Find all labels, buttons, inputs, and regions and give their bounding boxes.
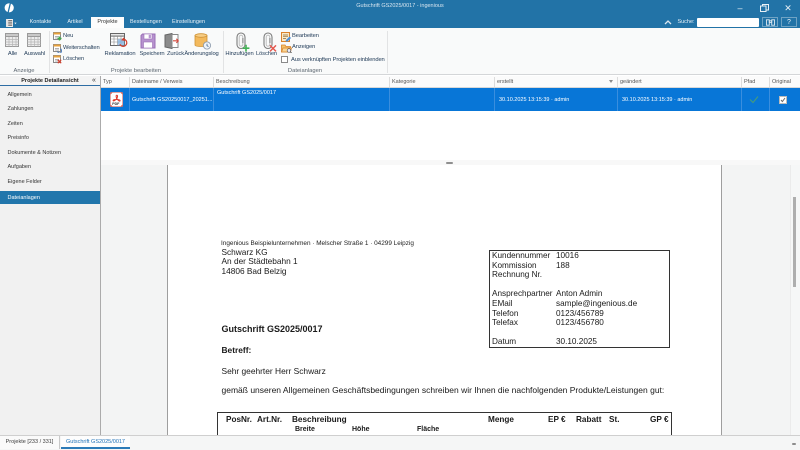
svg-text:PDF: PDF (112, 102, 120, 106)
